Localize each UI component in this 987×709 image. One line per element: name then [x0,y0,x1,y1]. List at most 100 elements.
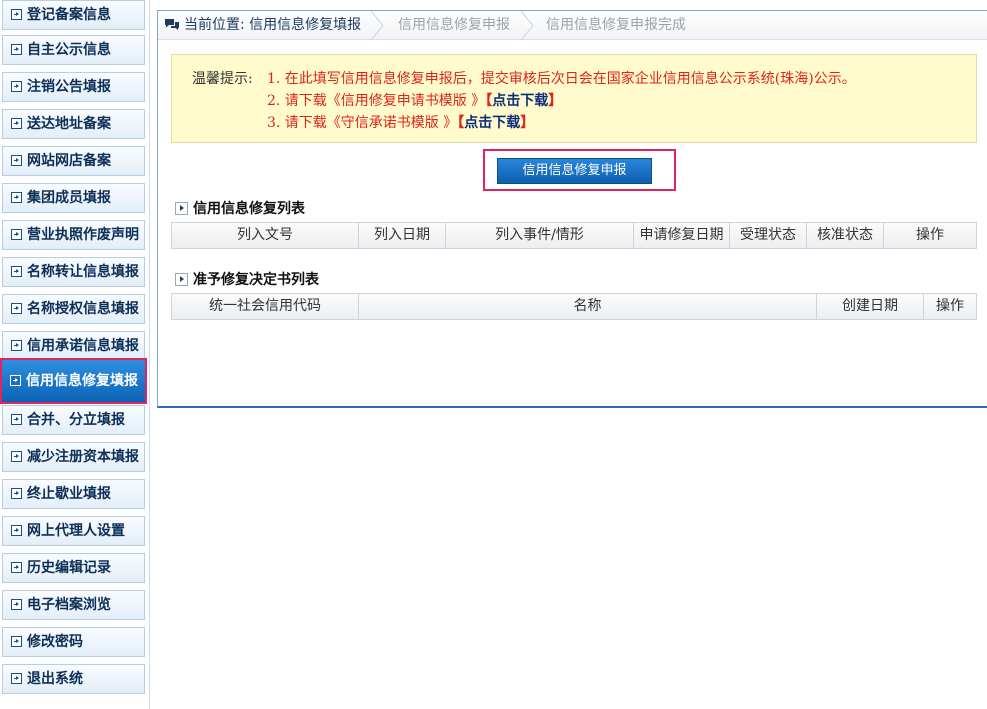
column-header: 列入日期 [359,223,446,248]
sidebar-item-label: 自主公示信息 [27,42,111,58]
arrow-box-icon [11,118,22,129]
sidebar-item-capital-reduction[interactable]: 减少注册资本填报 [2,442,145,472]
sidebar-item-label: 集团成员填报 [27,190,111,206]
bracket-close: 】 [548,93,563,109]
expand-arrow-icon[interactable] [175,202,188,215]
sidebar-item-label: 合并、分立填报 [27,412,125,428]
chat-bubbles-icon [165,19,179,30]
column-header: 统一社会信用代码 [172,294,359,319]
credit-repair-apply-button[interactable]: 信用信息修复申报 [497,158,652,184]
sidebar-item-credit-repair[interactable]: 信用信息修复填报 [0,358,147,404]
main-panel: 当前位置: 信用信息修复填报 信用信息修复申报 信用信息修复申报完成 温馨提示:… [157,10,987,408]
sidebar-item-label: 历史编辑记录 [27,560,111,576]
bracket-close: 】 [520,115,535,131]
arrow-box-icon [11,673,22,684]
arrow-box-icon [11,599,22,610]
arrow-box-icon [11,340,22,351]
arrow-box-icon [11,636,22,647]
column-header: 名称 [359,294,817,319]
sidebar-item-label: 电子档案浏览 [27,597,111,613]
repair-list-title-text: 信用信息修复列表 [193,201,305,217]
notice-line-1: 1. 在此填写信用信息修复申报后，提交审核后次日会在国家企业信用信息公示系统(珠… [267,71,856,87]
sidebar-item-self-disclosure[interactable]: 自主公示信息 [2,35,145,65]
sidebar-item-registration-filing[interactable]: 登记备案信息 [2,0,145,30]
sidebar-item-change-password[interactable]: 修改密码 [2,627,145,657]
column-header: 申请修复日期 [634,223,730,248]
sidebar-item-terminate-suspend[interactable]: 终止歇业填报 [2,479,145,509]
sidebar-item-edit-history[interactable]: 历史编辑记录 [2,553,145,583]
decision-list-title-text: 准予修复决定书列表 [193,272,319,288]
sidebar-item-logout[interactable]: 退出系统 [2,664,145,694]
column-header: 操作 [916,227,944,243]
arrow-box-icon [11,9,22,20]
sidebar-item-label: 减少注册资本填报 [27,449,139,465]
sidebar-item-e-archive[interactable]: 电子档案浏览 [2,590,145,620]
sidebar-item-label: 退出系统 [27,671,83,687]
expand-arrow-icon[interactable] [175,273,188,286]
arrow-box-icon [11,451,22,462]
notice-label: 温馨提示: [192,71,253,87]
breadcrumb-current: 当前位置: 信用信息修复填报 [164,11,361,40]
sidebar-item-label: 名称授权信息填报 [27,301,139,317]
sidebar-item-group-members[interactable]: 集团成员填报 [2,183,145,213]
arrow-box-icon [11,44,22,55]
arrow-box-icon [11,414,22,425]
notice-line-3: 3. 请下载《守信承诺书模版 》【点击下载】 [267,112,534,134]
arrow-box-icon [10,375,21,386]
column-header: 创建日期 [817,294,924,319]
sidebar-item-label: 营业执照作废声明 [27,227,139,243]
column-header: 核准状态 [807,223,884,248]
sidebar-item-website-store[interactable]: 网站网店备案 [2,146,145,176]
sidebar-item-name-transfer[interactable]: 名称转让信息填报 [2,257,145,287]
decision-list-table-header: 统一社会信用代码 名称 创建日期 操作 [171,293,977,320]
notice-line-3-text: 3. 请下载《守信承诺书模版 》 [267,115,458,131]
notice-line-2-text: 2. 请下载《信用修复申请书模版 》 [267,93,486,109]
sidebar-item-label: 注销公告填报 [27,79,111,95]
sidebar: 登记备案信息 自主公示信息 注销公告填报 送达地址备案 网站网店备案 集团成员填… [0,0,150,709]
notice-box: 温馨提示: 1. 在此填写信用信息修复申报后，提交审核后次日会在国家企业信用信息… [171,54,977,143]
breadcrumb-prefix: 当前位置: [184,17,245,33]
download-link-wrapper: 【点击下载】 [457,115,534,131]
sidebar-item-label: 修改密码 [27,634,83,650]
arrow-box-icon [11,303,22,314]
breadcrumb: 当前位置: 信用信息修复填报 信用信息修复申报 信用信息修复申报完成 [158,11,987,40]
breadcrumb-step-1: 信用信息修复填报 [249,17,362,33]
sidebar-item-label: 名称转让信息填报 [27,264,139,280]
arrow-box-icon [11,81,22,92]
sidebar-item-label: 终止歇业填报 [27,486,111,502]
sidebar-item-label: 信用承诺信息填报 [27,338,139,354]
sidebar-item-license-void[interactable]: 营业执照作废声明 [2,220,145,250]
arrow-box-icon [11,525,22,536]
decision-list-title[interactable]: 准予修复决定书列表 [175,269,319,289]
repair-list-title[interactable]: 信用信息修复列表 [175,198,305,218]
sidebar-item-merger-split[interactable]: 合并、分立填报 [2,405,145,435]
column-header: 受理状态 [730,223,807,248]
breadcrumb-step-3: 信用信息修复申报完成 [546,17,686,33]
sidebar-item-credit-commitment[interactable]: 信用承诺信息填报 [2,331,145,361]
download-link-wrapper: 【点击下载】 [485,93,562,109]
sidebar-item-label: 网上代理人设置 [27,523,125,539]
arrow-box-icon [11,266,22,277]
column-header: 列入事件/情形 [446,223,634,248]
sidebar-item-service-address[interactable]: 送达地址备案 [2,109,145,139]
arrow-box-icon [11,229,22,240]
notice-line-2: 2. 请下载《信用修复申请书模版 》【点击下载】 [267,90,562,112]
chevron-right-icon [520,11,534,40]
download-commitment-template-link[interactable]: 点击下载 [464,115,520,131]
column-header: 列入文号 [172,223,359,248]
sidebar-item-label: 登记备案信息 [27,7,111,23]
sidebar-item-cancellation-notice[interactable]: 注销公告填报 [2,72,145,102]
sidebar-item-label: 网站网店备案 [27,153,111,169]
primary-button-highlight: 信用信息修复申报 [483,149,676,191]
sidebar-item-online-agent[interactable]: 网上代理人设置 [2,516,145,546]
arrow-box-icon [11,192,22,203]
sidebar-item-label: 信用信息修复填报 [26,373,138,389]
sidebar-item-label: 送达地址备案 [27,116,111,132]
arrow-box-icon [11,562,22,573]
arrow-box-icon [11,488,22,499]
download-repair-template-link[interactable]: 点击下载 [492,93,548,109]
sidebar-item-name-authorization[interactable]: 名称授权信息填报 [2,294,145,324]
repair-list-table-header: 列入文号 列入日期 列入事件/情形 申请修复日期 受理状态 核准状态 操作 [171,222,977,249]
arrow-box-icon [11,155,22,166]
column-header: 操作 [936,298,964,314]
